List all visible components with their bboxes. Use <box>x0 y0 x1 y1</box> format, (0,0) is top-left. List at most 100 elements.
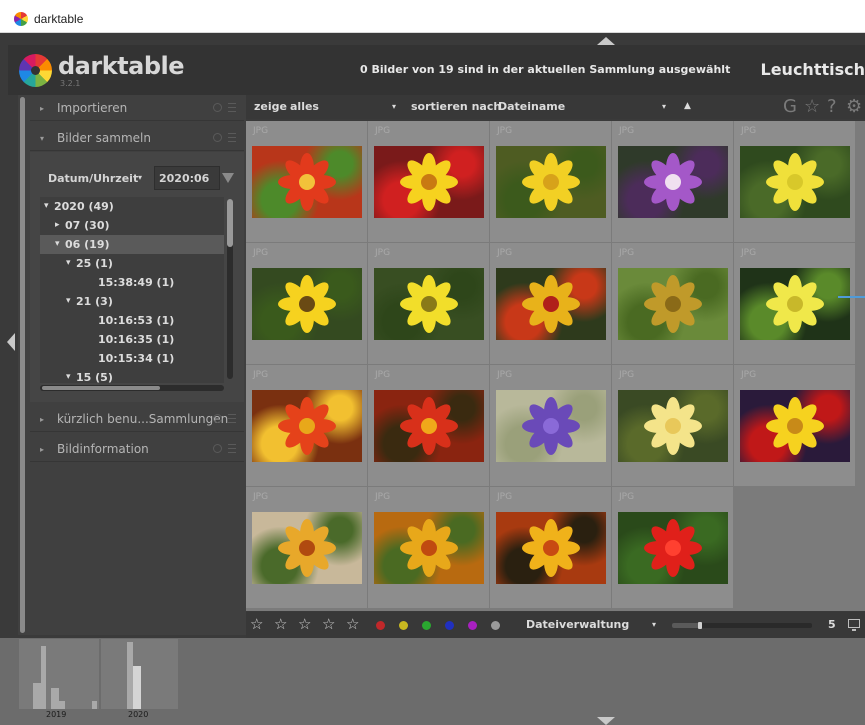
color-label-red[interactable] <box>376 621 385 630</box>
preferences-gear-icon[interactable]: ⚙ <box>846 96 862 117</box>
color-label-purple[interactable] <box>468 621 477 630</box>
tree-item[interactable]: ▾ 25 (1) <box>40 254 224 273</box>
thumbnail-image[interactable] <box>496 512 606 584</box>
tree-collapse-icon[interactable]: ▾ <box>44 201 49 211</box>
layout-mode-select[interactable]: Dateiverwaltung <box>526 618 629 631</box>
reset-icon[interactable] <box>213 133 222 142</box>
tree-collapse-icon[interactable]: ▾ <box>66 296 71 306</box>
thumbnail-image[interactable] <box>740 146 850 218</box>
presets-menu-icon[interactable] <box>228 414 236 423</box>
chevron-down-icon[interactable]: ▾ <box>662 102 666 111</box>
left-panel-scrollbar-thumb[interactable] <box>20 97 25 633</box>
chevron-down-icon[interactable]: ▾ <box>652 620 656 629</box>
tree-collapse-icon[interactable]: ▾ <box>55 239 60 249</box>
thumbnail-red-flower[interactable]: JPG <box>246 121 367 242</box>
thumbnail-yellow-achillea[interactable]: JPG <box>612 365 733 486</box>
tree-item[interactable]: 10:16:35 (1) <box>40 330 224 349</box>
collect-value-input[interactable]: 2020:06 <box>154 166 220 190</box>
thumbnail-image[interactable] <box>496 146 606 218</box>
tree-horizontal-scrollbar-thumb[interactable] <box>42 386 160 390</box>
sort-direction-icon[interactable]: ▲ <box>684 101 691 111</box>
overlay-star-icon[interactable]: ☆ <box>804 96 820 117</box>
tree-expand-icon[interactable]: ▸ <box>55 220 60 230</box>
thumbnail-image[interactable] <box>252 512 362 584</box>
help-icon[interactable]: ? <box>827 96 837 117</box>
thumbnail-bee-on-red-flower[interactable]: JPG <box>368 365 489 486</box>
tree-item[interactable]: 10:16:53 (1) <box>40 311 224 330</box>
thumbnail-red-coreopsis[interactable]: JPG <box>246 365 367 486</box>
tree-item[interactable]: ▾ 06 (19) <box>40 235 224 254</box>
timeline-block-2019[interactable] <box>19 639 99 709</box>
color-label-clear[interactable] <box>491 621 500 630</box>
thumbnail-red-yellow-gaillardia[interactable]: JPG <box>490 243 611 364</box>
thumbnail-image[interactable] <box>496 390 606 462</box>
thumbnail-yellow-yarrow[interactable]: JPG <box>734 121 855 242</box>
module-collect-images[interactable]: ▾ Bilder sammeln <box>30 125 244 151</box>
thumbnail-purple-foxglove[interactable]: JPG <box>612 121 733 242</box>
tree-item[interactable]: 15:38:49 (1) <box>40 273 224 292</box>
module-recent-collections[interactable]: ▸ kürzlich benu...Sammlungen <box>30 406 244 432</box>
thumbnail-image[interactable] <box>374 268 484 340</box>
sort-select[interactable]: Dateiname <box>498 100 565 113</box>
module-import[interactable]: ▸ Importieren <box>30 95 244 121</box>
presets-menu-icon[interactable] <box>228 133 236 142</box>
thumbnail-yellow-flower-cluster[interactable]: JPG <box>734 243 855 364</box>
thumbnail-red-salvia[interactable]: JPG <box>612 487 733 608</box>
reset-icon[interactable] <box>213 414 222 423</box>
tree-scrollbar-thumb[interactable] <box>227 199 233 247</box>
thumbnail-image[interactable] <box>252 146 362 218</box>
thumbnail-yellow-red-flowers[interactable]: JPG <box>368 121 489 242</box>
star-rating-3-icon[interactable]: ☆ <box>298 615 311 633</box>
tree-item[interactable]: 10:15:34 (1) <box>40 349 224 368</box>
grouping-icon[interactable]: G <box>783 96 797 117</box>
star-rating-4-icon[interactable]: ☆ <box>322 615 335 633</box>
collapse-left-panel-icon[interactable] <box>7 333 15 351</box>
chevron-down-icon[interactable]: ▾ <box>138 173 142 182</box>
show-filter-select[interactable]: alles <box>290 100 319 113</box>
color-label-blue[interactable] <box>445 621 454 630</box>
thumbnail-yellow-flower-green[interactable]: JPG <box>490 121 611 242</box>
thumbnail-image[interactable] <box>252 268 362 340</box>
star-rating-5-icon[interactable]: ☆ <box>346 615 359 633</box>
thumbnail-image[interactable] <box>740 390 850 462</box>
thumbnail-yellow-daisy[interactable]: JPG <box>246 243 367 364</box>
thumbnail-yellow-cosmos[interactable]: JPG <box>368 243 489 364</box>
thumbnail-image[interactable] <box>618 512 728 584</box>
thumbnail-image[interactable] <box>252 390 362 462</box>
thumbnail-image[interactable] <box>374 146 484 218</box>
collect-property-select[interactable]: Datum/Uhrzeit <box>48 172 138 185</box>
thumbnail-image[interactable] <box>618 268 728 340</box>
module-image-information[interactable]: ▸ Bildinformation <box>30 436 244 462</box>
thumbnail-bud-orange[interactable]: JPG <box>246 487 367 608</box>
zoom-slider-handle[interactable] <box>698 622 702 629</box>
thumbnail-bee-on-orange-flower[interactable]: JPG <box>490 487 611 608</box>
timeline-panel[interactable]: 2019 2020 <box>0 638 865 725</box>
presets-menu-icon[interactable] <box>228 103 236 112</box>
presets-menu-icon[interactable] <box>228 444 236 453</box>
tree-collapse-icon[interactable]: ▾ <box>66 258 71 268</box>
thumbnail-image[interactable] <box>618 390 728 462</box>
view-switcher-lighttable[interactable]: Leuchttisch <box>761 60 865 79</box>
thumbnail-bud-orange-2[interactable]: JPG <box>368 487 489 608</box>
thumbnail-image[interactable] <box>374 512 484 584</box>
thumbnail-image[interactable] <box>740 268 850 340</box>
thumbnail-image[interactable] <box>374 390 484 462</box>
color-label-yellow[interactable] <box>399 621 408 630</box>
star-rating-2-icon[interactable]: ☆ <box>274 615 287 633</box>
tree-item[interactable]: ▸ 07 (30) <box>40 216 224 235</box>
thumbnail-image[interactable] <box>496 268 606 340</box>
tree-item[interactable]: ▾ 21 (3) <box>40 292 224 311</box>
collapse-bottom-panel-icon[interactable] <box>597 717 615 725</box>
tree-item[interactable]: ▾ 15 (5) <box>40 368 224 383</box>
filter-funnel-icon[interactable] <box>222 173 234 183</box>
zoom-value[interactable]: 5 <box>828 618 836 631</box>
thumbnail-image[interactable] <box>618 146 728 218</box>
thumbnail-yellow-red-flowers-2[interactable]: JPG <box>734 365 855 486</box>
display-profile-monitor-icon[interactable] <box>848 619 860 631</box>
tree-collapse-icon[interactable]: ▾ <box>66 372 71 382</box>
reset-icon[interactable] <box>213 103 222 112</box>
collapse-top-panel-icon[interactable] <box>597 37 615 45</box>
star-rating-1-icon[interactable]: ☆ <box>250 615 263 633</box>
thumbnail-purple-lavender[interactable]: JPG <box>490 365 611 486</box>
tree-item[interactable]: ▾ 2020 (49) <box>40 197 224 216</box>
